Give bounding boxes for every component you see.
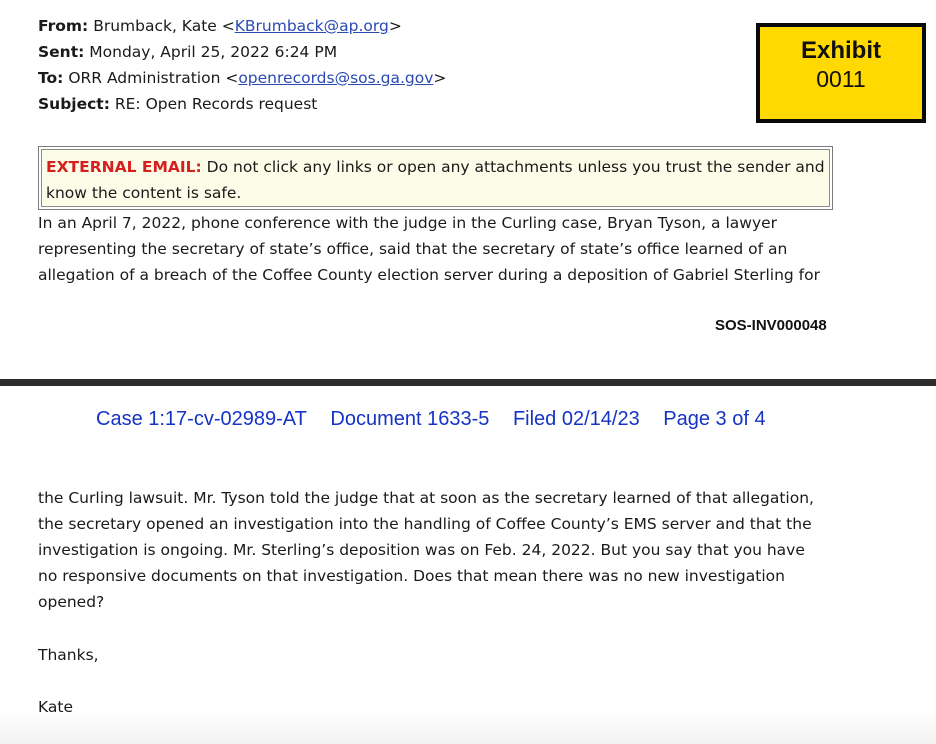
body-line: no responsive documents on that investig…	[38, 567, 785, 585]
warning-inner: EXTERNAL EMAIL: Do not click any links o…	[41, 149, 830, 207]
from-email-link[interactable]: KBrumback@ap.org	[235, 17, 389, 35]
case-number: Case 1:17-cv-02989-AT	[96, 408, 307, 430]
body-line: In an April 7, 2022, phone conference wi…	[38, 214, 778, 232]
to-close: >	[433, 69, 447, 87]
page-bottom-edge	[0, 712, 936, 744]
from-close: >	[388, 17, 402, 35]
sent-label: Sent:	[38, 43, 85, 61]
exhibit-sticker: Exhibit 0011	[756, 23, 926, 123]
sent-line: Sent: Monday, April 25, 2022 6:24 PM	[38, 42, 337, 62]
closing-signature: Kate	[38, 698, 74, 716]
sent-value: Monday, April 25, 2022 6:24 PM	[89, 43, 338, 61]
filed-date: Filed 02/14/23	[512, 408, 640, 430]
case-header: Case 1:17-cv-02989-AT Document 1633-5 Fi…	[96, 408, 784, 431]
to-line: To: ORR Administration <openrecords@sos.…	[38, 68, 446, 88]
body-line: opened?	[38, 593, 105, 611]
body-line: investigation is ongoing. Mr. Sterling’s…	[38, 541, 805, 559]
warning-label: EXTERNAL EMAIL:	[46, 158, 202, 176]
body-line: the secretary opened an investigation in…	[38, 515, 812, 533]
from-value: Brumback, Kate <	[93, 17, 235, 35]
body-line: representing the secretary of state’s of…	[38, 240, 788, 258]
body-paragraph-page1: In an April 7, 2022, phone conference wi…	[38, 210, 898, 288]
body-line: the Curling lawsuit. Mr. Tyson told the …	[38, 489, 814, 507]
external-email-warning: EXTERNAL EMAIL: Do not click any links o…	[38, 146, 833, 210]
to-label: To:	[38, 69, 64, 87]
closing-thanks: Thanks,	[38, 646, 99, 664]
subject-line: Subject: RE: Open Records request	[38, 94, 317, 114]
exhibit-number: 0011	[816, 66, 866, 92]
page-separator	[0, 379, 936, 386]
subject-value: RE: Open Records request	[114, 95, 318, 113]
subject-label: Subject:	[38, 95, 110, 113]
body-line: allegation of a breach of the Coffee Cou…	[38, 266, 820, 284]
from-label: From:	[38, 17, 89, 35]
from-line: From: Brumback, Kate <KBrumback@ap.org>	[38, 16, 402, 36]
page-indicator: Page 3 of 4	[663, 408, 766, 430]
document-number: Document 1633-5	[330, 408, 490, 430]
to-email-link[interactable]: openrecords@sos.ga.gov	[238, 69, 433, 87]
to-value: ORR Administration <	[68, 69, 239, 87]
body-paragraph-page2: the Curling lawsuit. Mr. Tyson told the …	[38, 485, 898, 615]
exhibit-title: Exhibit	[800, 37, 881, 64]
bates-number: SOS-INV000048	[715, 317, 827, 334]
